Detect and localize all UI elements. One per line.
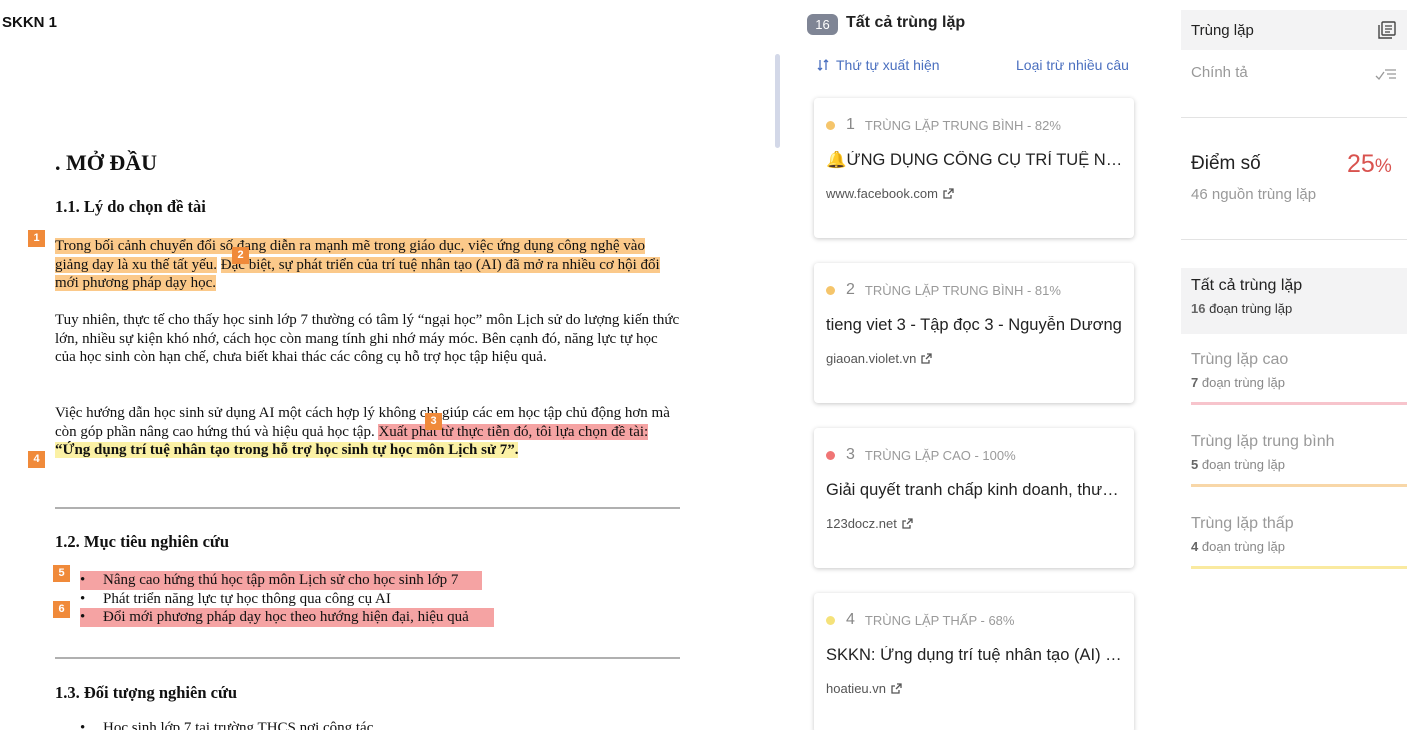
- level-dot: [826, 285, 835, 295]
- category-high-bar: [1191, 402, 1407, 405]
- result-card-3[interactable]: 3 TRÙNG LẶP CAO - 100% Giải quyết tranh …: [814, 428, 1134, 568]
- results-panel: 16 Tất cả trùng lặp Thứ tự xuất hiện Loạ…: [800, 0, 1150, 730]
- score-unit: %: [1374, 156, 1392, 177]
- card-title[interactable]: Giải quyết tranh chấp kinh doanh, thương…: [826, 481, 1124, 500]
- tab-duplicate[interactable]: Trùng lặp: [1181, 10, 1407, 50]
- exclude-sentences-button[interactable]: Loại trừ nhiều câu: [1016, 57, 1129, 73]
- spellcheck-icon: [1375, 69, 1396, 80]
- object-item-1: Học sinh lớp 7 tại trường THCS nơi công …: [80, 719, 680, 730]
- copy-icon: [1378, 21, 1396, 39]
- category-count: 4 đoạn trùng lặp: [1191, 539, 1285, 554]
- card-level: TRÙNG LẶP CAO - 100%: [864, 447, 1016, 463]
- category-low-bar: [1191, 566, 1407, 569]
- card-level: TRÙNG LẶP THẤP - 68%: [864, 612, 1015, 628]
- score-value: 25%: [1347, 150, 1392, 179]
- category-name: Tất cả trùng lặp: [1191, 277, 1303, 294]
- section-heading-1-1: 1.1. Lý do chọn đề tài: [55, 197, 206, 216]
- match-marker-6[interactable]: 6: [53, 601, 70, 618]
- sort-icon: [817, 59, 829, 71]
- category-all[interactable]: Tất cả trùng lặp 16 đoạn trùng lặp: [1181, 268, 1407, 334]
- category-count: 5 đoạn trùng lặp: [1191, 457, 1285, 472]
- card-number: 1: [846, 116, 855, 133]
- section-heading-1-2: 1.2. Mục tiêu nghiên cứu: [55, 532, 229, 551]
- score-number: 25: [1347, 150, 1375, 178]
- paragraph-3: Việc hướng dẫn học sinh sử dụng AI một c…: [55, 404, 680, 460]
- category-medium-bar: [1191, 484, 1407, 487]
- card-title[interactable]: SKKN: Ứng dụng trí tuệ nhân tạo (AI) nhằ…: [826, 646, 1124, 665]
- sort-order-label: Thứ tự xuất hiện: [836, 57, 940, 73]
- results-title: Tất cả trùng lặp: [846, 14, 966, 31]
- card-source[interactable]: giaoan.violet.vn: [826, 351, 933, 366]
- card-header: 4 TRÙNG LẶP THẤP - 68%: [826, 611, 1014, 629]
- tab-duplicate-label: Trùng lặp: [1191, 21, 1254, 39]
- tab-spelling[interactable]: Chính tả: [1181, 52, 1407, 92]
- highlight-4[interactable]: “Ứng dụng trí tuệ nhân tạo trong hỗ trợ …: [55, 442, 519, 458]
- paragraph-2: Tuy nhiên, thực tế cho thấy học sinh lớp…: [55, 312, 680, 365]
- card-level: TRÙNG LẶP TRUNG BÌNH - 82%: [864, 117, 1061, 133]
- level-dot: [826, 615, 835, 625]
- level-dot: [826, 450, 835, 460]
- card-number: 4: [846, 611, 855, 628]
- card-header: 2 TRÙNG LẶP TRUNG BÌNH - 81%: [826, 281, 1061, 299]
- match-marker-4[interactable]: 4: [28, 451, 45, 468]
- result-card-4[interactable]: 4 TRÙNG LẶP THẤP - 68% SKKN: Ứng dụng tr…: [814, 593, 1134, 730]
- divider-1: [55, 507, 680, 509]
- divider-2: [55, 657, 680, 659]
- category-high[interactable]: Trùng lặp cao 7 đoạn trùng lặp: [1181, 351, 1407, 390]
- category-count: 7 đoạn trùng lặp: [1191, 375, 1285, 390]
- category-count: 16 đoạn trùng lặp: [1191, 301, 1293, 316]
- document-body: . MỞ ĐẦU 1.1. Lý do chọn đề tài 1 Trong …: [0, 0, 700, 730]
- card-number: 2: [846, 281, 855, 298]
- card-source[interactable]: www.facebook.com: [826, 186, 955, 201]
- goals-list: Nâng cao hứng thú học tập môn Lịch sử ch…: [80, 571, 680, 627]
- match-marker-5[interactable]: 5: [53, 565, 70, 582]
- doc-heading: . MỞ ĐẦU: [55, 150, 158, 175]
- section-heading-1-3: 1.3. Đối tượng nghiên cứu: [55, 683, 238, 702]
- paragraph-1: Trong bối cảnh chuyển đổi số đang diễn r…: [55, 237, 680, 293]
- match-marker-3[interactable]: 3: [425, 413, 442, 430]
- summary-sidebar: Trùng lặp Chính tả Điểm số 25% 46 nguồn …: [1181, 0, 1407, 730]
- category-name: Trùng lặp cao: [1191, 351, 1289, 368]
- document-scrollbar[interactable]: [775, 54, 780, 148]
- card-source[interactable]: hoatieu.vn: [826, 681, 903, 696]
- category-name: Trùng lặp thấp: [1191, 515, 1294, 532]
- external-link-icon: [891, 683, 902, 694]
- external-link-icon: [921, 353, 932, 364]
- result-card-1[interactable]: 1 TRÙNG LẶP TRUNG BÌNH - 82% 🔔ỨNG DỤNG C…: [814, 98, 1134, 238]
- goal-item-2: Phát triển năng lực tự học thông qua côn…: [80, 590, 680, 609]
- external-link-icon: [943, 188, 954, 199]
- match-marker-1[interactable]: 1: [28, 230, 45, 247]
- card-source[interactable]: 123docz.net: [826, 516, 914, 531]
- result-card-2[interactable]: 2 TRÙNG LẶP TRUNG BÌNH - 81% tieng viet …: [814, 263, 1134, 403]
- score-label: Điểm số: [1191, 153, 1261, 174]
- card-source-text: www.facebook.com: [826, 186, 938, 201]
- card-title[interactable]: 🔔ỨNG DỤNG CÔNG CỤ TRÍ TUỆ NHÂN TẠO: [826, 151, 1124, 170]
- card-number: 3: [846, 446, 855, 463]
- category-low[interactable]: Trùng lặp thấp 4 đoạn trùng lặp: [1181, 515, 1407, 554]
- results-count-badge: 16: [807, 14, 838, 35]
- card-header: 3 TRÙNG LẶP CAO - 100%: [826, 446, 1016, 464]
- card-source-text: 123docz.net: [826, 516, 897, 531]
- card-header: 1 TRÙNG LẶP TRUNG BÌNH - 82%: [826, 116, 1061, 134]
- score-sources: 46 nguồn trùng lặp: [1191, 186, 1317, 203]
- external-link-icon: [902, 518, 913, 529]
- level-dot: [826, 120, 835, 130]
- sort-order-button[interactable]: Thứ tự xuất hiện: [816, 57, 940, 73]
- tab-spelling-label: Chính tả: [1191, 63, 1248, 81]
- card-level: TRÙNG LẶP TRUNG BÌNH - 81%: [864, 282, 1061, 298]
- card-title[interactable]: tieng viet 3 - Tập đọc 3 - Nguyễn Dương: [826, 316, 1124, 335]
- objects-list: Học sinh lớp 7 tại trường THCS nơi công …: [80, 719, 680, 730]
- category-medium[interactable]: Trùng lặp trung bình 5 đoạn trùng lặp: [1181, 433, 1407, 472]
- category-name: Trùng lặp trung bình: [1191, 433, 1335, 450]
- card-source-text: hoatieu.vn: [826, 681, 886, 696]
- sidebar-divider: [1181, 239, 1407, 240]
- highlight-3[interactable]: Xuất phát từ thực tiễn đó, tôi lựa chọn …: [378, 423, 649, 440]
- sidebar-divider: [1181, 117, 1407, 118]
- goal-item-3[interactable]: Đổi mới phương pháp dạy học theo hướng h…: [80, 608, 494, 627]
- goal-item-1[interactable]: Nâng cao hứng thú học tập môn Lịch sử ch…: [80, 571, 482, 590]
- card-source-text: giaoan.violet.vn: [826, 351, 917, 366]
- match-marker-2[interactable]: 2: [232, 247, 249, 264]
